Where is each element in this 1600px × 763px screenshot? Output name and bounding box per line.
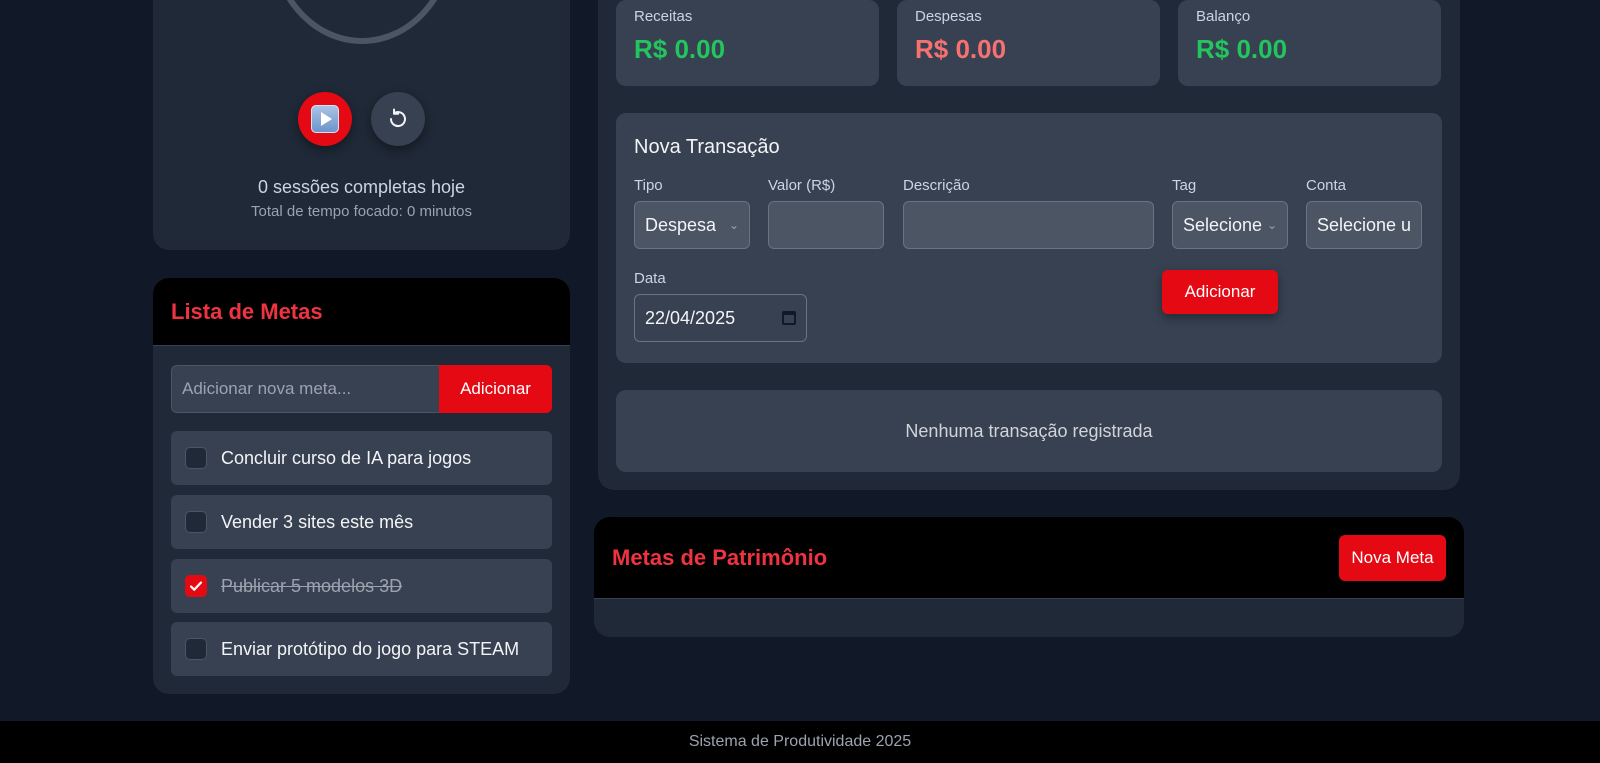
account-label: Conta [1306, 177, 1347, 194]
transactions-empty-state: Nenhuma transação registrada [616, 390, 1442, 472]
goal-item[interactable]: Concluir curso de IA para jogos [171, 431, 552, 485]
expense-label: Despesas [915, 8, 982, 25]
play-icon [311, 105, 339, 133]
focus-time: Total de tempo focado: 0 minutos [251, 203, 472, 220]
timer-ring [269, 0, 455, 44]
goal-checkbox[interactable] [185, 447, 207, 469]
goal-text: Concluir curso de IA para jogos [221, 447, 472, 468]
date-label: Data [634, 270, 666, 287]
goals-title: Lista de Metas [171, 298, 323, 324]
account-select-value: Selecione u [1317, 214, 1412, 235]
wealth-header: Metas de Patrimônio Nova Meta [594, 517, 1464, 599]
goals-header: Lista de Metas [153, 278, 570, 346]
add-transaction-button[interactable]: Adicionar [1162, 270, 1278, 314]
type-select-value: Despesa [645, 214, 717, 235]
income-card: Receitas R$ 0.00 [616, 0, 879, 86]
goal-item[interactable]: Vender 3 sites este mês [171, 495, 552, 549]
expense-value: R$ 0.00 [915, 34, 1007, 64]
goal-text: Publicar 5 modelos 3D [221, 575, 403, 596]
wealth-title: Metas de Patrimônio [612, 544, 828, 570]
transaction-form: Nova Transação Tipo Despesa ⌄ Valor (R$)… [616, 113, 1442, 363]
goal-checkbox[interactable] [185, 638, 207, 660]
goal-input[interactable] [171, 365, 439, 413]
amount-label: Valor (R$) [768, 177, 836, 194]
account-select[interactable]: Selecione u [1306, 201, 1422, 249]
goal-add-row: Adicionar [171, 365, 552, 413]
balance-label: Balanço [1196, 8, 1251, 25]
goal-item[interactable]: Enviar protótipo do jogo para STEAM [171, 622, 552, 676]
form-title: Nova Transação [634, 136, 780, 158]
new-goal-button[interactable]: Nova Meta [1339, 534, 1446, 581]
amount-input[interactable] [768, 201, 884, 249]
tag-select-value: Selecione [1183, 214, 1263, 235]
income-value: R$ 0.00 [634, 34, 726, 64]
tag-select[interactable]: Selecione ⌄ [1172, 201, 1288, 249]
goal-checkbox[interactable] [185, 511, 207, 533]
finance-card: Receitas R$ 0.00 Despesas R$ 0.00 Balanç… [598, 0, 1460, 490]
reset-icon [389, 108, 406, 128]
footer: Sistema de Produtividade 2025 [0, 721, 1600, 763]
pomodoro-card: 0 sessões completas hoje Total de tempo … [153, 0, 570, 250]
tag-label: Tag [1172, 177, 1197, 194]
date-input[interactable]: 22/04/2025 [634, 294, 807, 342]
goal-item[interactable]: Publicar 5 modelos 3D [171, 559, 552, 613]
goals-card: Lista de Metas Adicionar Concluir curso … [153, 278, 570, 694]
balance-card: Balanço R$ 0.00 [1178, 0, 1441, 86]
type-label: Tipo [634, 177, 663, 194]
income-label: Receitas [634, 8, 693, 25]
footer-text: Sistema de Produtividade 2025 [688, 733, 912, 750]
wealth-goals-card: Metas de Patrimônio Nova Meta [594, 517, 1464, 637]
description-input[interactable] [903, 201, 1154, 249]
calendar-icon[interactable] [782, 311, 796, 325]
reset-button[interactable] [371, 92, 425, 146]
goal-checkbox-checked[interactable] [185, 575, 207, 597]
balance-value: R$ 0.00 [1196, 34, 1288, 64]
sessions-count: 0 sessões completas hoje [257, 177, 466, 197]
chevron-down-icon: ⌄ [728, 218, 739, 232]
goal-text: Vender 3 sites este mês [221, 511, 414, 532]
empty-text: Nenhuma transação registrada [905, 420, 1153, 441]
check-icon [189, 581, 203, 591]
description-label: Descrição [903, 177, 970, 194]
expense-card: Despesas R$ 0.00 [897, 0, 1160, 86]
goal-text: Enviar protótipo do jogo para STEAM [221, 638, 520, 659]
play-button[interactable] [298, 92, 352, 146]
date-input-value: 22/04/2025 [645, 307, 736, 328]
type-select[interactable]: Despesa ⌄ [634, 201, 750, 249]
goal-add-button[interactable]: Adicionar [439, 365, 552, 413]
chevron-down-icon: ⌄ [1266, 218, 1277, 232]
